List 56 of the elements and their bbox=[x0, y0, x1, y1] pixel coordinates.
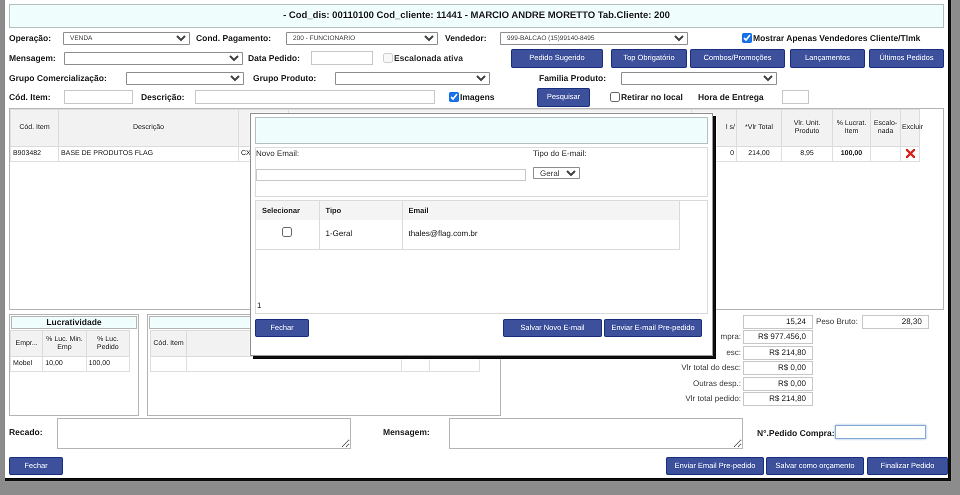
dropdown[interactable]: Geral bbox=[533, 167, 580, 179]
field-label: mpra: bbox=[720, 332, 741, 342]
input-field[interactable] bbox=[64, 90, 133, 104]
field-label: Cond. Pagamento: bbox=[196, 32, 272, 44]
dropdown[interactable] bbox=[64, 52, 243, 64]
field-label: Mensagem: bbox=[9, 52, 57, 64]
field-label: Hora de Entrega bbox=[698, 90, 765, 104]
value-field: R$ 214,80 bbox=[743, 392, 813, 406]
field-label: Descrição: bbox=[141, 90, 186, 104]
value-field: 15,24 bbox=[743, 314, 813, 329]
checkbox[interactable] bbox=[449, 92, 459, 102]
delete-icon[interactable] bbox=[906, 148, 914, 158]
field-label: Mensagem: bbox=[383, 426, 431, 439]
input-field[interactable] bbox=[834, 425, 926, 439]
field-label: N°.Pedido Compra: bbox=[757, 427, 835, 440]
field-label: Outras desp.: bbox=[692, 378, 741, 388]
checkbox-label: Mostrar Apenas Vendedores Cliente/Tlmk bbox=[753, 32, 920, 44]
field-label: Recado: bbox=[9, 426, 44, 439]
field-label: Grupo Comercialização: bbox=[9, 72, 108, 85]
input-field[interactable] bbox=[195, 90, 435, 104]
checkbox[interactable] bbox=[742, 33, 752, 43]
value-field: R$ 977.456,0 bbox=[743, 330, 813, 344]
field-label: Operação: bbox=[9, 32, 52, 44]
value-field: 28,30 bbox=[862, 314, 929, 329]
text-area[interactable] bbox=[57, 418, 351, 449]
field-label: Novo Email: bbox=[256, 148, 300, 160]
dropdown[interactable] bbox=[126, 72, 244, 85]
table-cell: thales@flag.com.br bbox=[408, 229, 478, 238]
field-label: Vendedor: bbox=[445, 32, 488, 44]
input-field[interactable] bbox=[782, 90, 809, 104]
table-cell: 1-Geral bbox=[326, 229, 352, 238]
field-label: Peso Bruto: bbox=[816, 316, 859, 328]
checkbox[interactable] bbox=[282, 227, 292, 238]
field-label: esc: bbox=[726, 348, 741, 357]
checkbox-label: Retirar no local bbox=[621, 90, 683, 104]
text-area[interactable] bbox=[449, 418, 743, 449]
page-title: - Cod_dis: 00110100 Cod_cliente: 11441 - MARCIO ANDRE MORETTO Tab.Cliente: 200 bbox=[9, 4, 944, 28]
dropdown[interactable] bbox=[335, 72, 490, 85]
field-label: Grupo Produto: bbox=[253, 72, 318, 85]
checkbox-label: Imagens bbox=[460, 90, 494, 104]
page-number[interactable]: 1 bbox=[257, 300, 262, 312]
dropdown[interactable] bbox=[621, 72, 777, 85]
panel-title: Lucratividade bbox=[11, 316, 137, 329]
field-label: Cód. Item: bbox=[9, 90, 52, 104]
value-field: R$ 214,80 bbox=[743, 346, 813, 360]
checkbox[interactable] bbox=[610, 92, 620, 102]
input-field[interactable] bbox=[256, 168, 526, 180]
field-label: Data Pedido: bbox=[248, 52, 301, 64]
value-field: R$ 0,00 bbox=[743, 376, 813, 391]
field-label: Vlr total pedido: bbox=[685, 394, 741, 404]
field-label: Tipo do E-mail: bbox=[533, 148, 586, 160]
value-field: R$ 0,00 bbox=[743, 361, 813, 376]
input-field[interactable] bbox=[311, 51, 373, 65]
field-label: Familia Produto: bbox=[539, 72, 608, 85]
checkbox-label: Escalonada ativa bbox=[394, 52, 463, 64]
field-label: Vlr total do desc: bbox=[681, 363, 741, 372]
